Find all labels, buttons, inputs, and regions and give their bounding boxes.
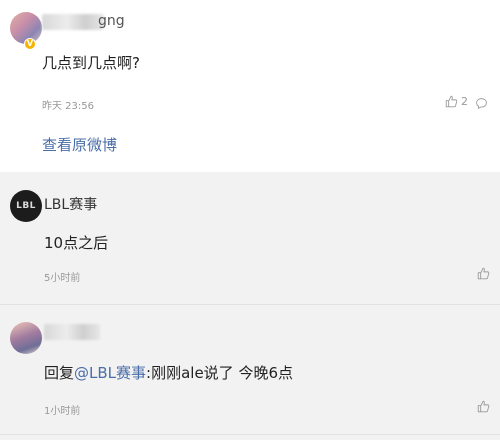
main-comment: V gng 几点到几点啊? 昨天 23:56 2 查看原微博 — [0, 0, 500, 172]
replies-section: LBL LBL赛事 10点之后 5小时前 回复@LBL赛事:刚刚ale说了 今晚… — [0, 172, 500, 440]
reply-text: 10点之后 — [44, 234, 109, 252]
like-button[interactable] — [477, 267, 490, 280]
divider — [0, 434, 500, 435]
avatar-logo-text: LBL — [16, 201, 36, 211]
reply-time: 1小时前 — [44, 406, 81, 417]
verified-badge-icon: V — [24, 38, 36, 50]
username-mosaic — [44, 324, 100, 340]
avatar-image-mosaic — [10, 322, 42, 354]
like-button[interactable]: 2 — [445, 95, 468, 108]
avatar[interactable] — [10, 322, 42, 354]
view-original-weibo-link[interactable]: 查看原微博 — [42, 134, 117, 155]
like-button[interactable] — [477, 400, 490, 413]
comment-text: 几点到几点啊? — [42, 54, 140, 72]
comment-button[interactable] — [475, 95, 488, 114]
avatar[interactable]: LBL — [10, 190, 42, 222]
comment-bubble-icon — [476, 98, 487, 109]
divider — [0, 304, 500, 305]
username-visible-tail[interactable]: gng — [98, 13, 125, 29]
reply-text-body: :刚刚ale说了 今晚6点 — [146, 364, 293, 382]
username-mosaic — [42, 14, 104, 30]
thumbs-up-icon — [445, 95, 458, 108]
reply-username[interactable]: LBL赛事 — [44, 194, 97, 214]
comment-time: 昨天 23:56 — [42, 101, 94, 112]
reply-time: 5小时前 — [44, 273, 81, 284]
like-count: 2 — [461, 95, 468, 108]
thumbs-up-icon — [477, 267, 490, 280]
thumbs-up-icon — [477, 400, 490, 413]
reply-prefix: 回复 — [44, 364, 75, 382]
mention-link[interactable]: @LBL赛事 — [74, 364, 146, 382]
reply-text: 回复@LBL赛事:刚刚ale说了 今晚6点 — [44, 362, 293, 383]
